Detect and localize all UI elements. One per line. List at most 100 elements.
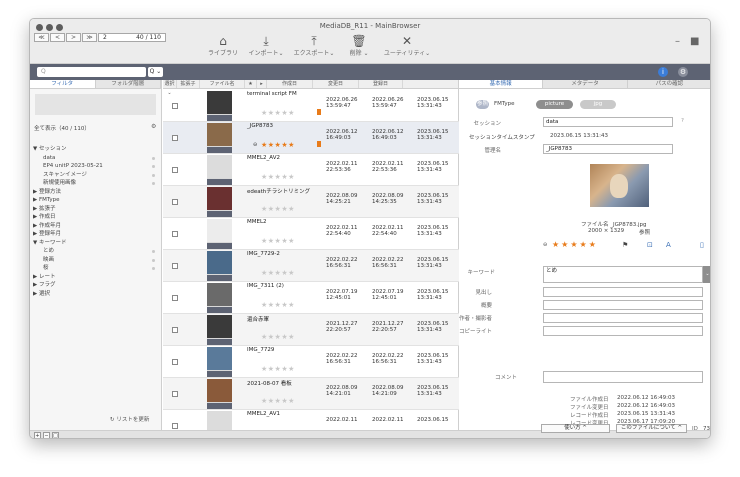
trash-small-icon[interactable]: ▯ [700, 241, 704, 249]
rating-stars[interactable]: ★★★★★ [261, 269, 295, 277]
rating-stars[interactable]: ★★★★★ [261, 205, 295, 213]
tree-item[interactable]: ▶ 拡張子 [33, 205, 159, 214]
tree-item[interactable]: ▶ 作成年月 [33, 222, 159, 231]
tree-item[interactable]: data [33, 154, 159, 163]
row-checkbox[interactable] [172, 391, 178, 397]
heading-field[interactable] [543, 287, 703, 297]
zoom-out-icon[interactable]: − [43, 432, 50, 438]
table-row[interactable]: MMEL2 ★★★★★ 2022.02.11 22:54:40 2022.02.11 … [163, 218, 459, 250]
row-checkbox[interactable] [172, 231, 178, 237]
minimize-icon[interactable]: – [675, 36, 680, 47]
column-header[interactable]: 選択 ⌄ [163, 80, 177, 96]
row-checkbox[interactable] [172, 103, 178, 109]
keyword-dropdown-button[interactable]: ⌄ [703, 266, 710, 283]
tab-basic-info[interactable]: 基本情報 [459, 80, 544, 88]
tree-item[interactable]: 桜 [33, 264, 159, 273]
clear-rating-icon[interactable]: ⊖ [253, 142, 257, 148]
fullscreen-icon[interactable]: ■ [690, 36, 699, 47]
tree-item[interactable]: ▶ 登録年月 [33, 230, 159, 239]
thumbnail[interactable] [207, 347, 232, 377]
row-checkbox[interactable] [172, 423, 178, 429]
search-input[interactable]: Q [37, 67, 146, 77]
zoom-in-icon[interactable]: + [34, 432, 41, 438]
page-number[interactable]: 2 [103, 34, 107, 41]
tree-item[interactable]: ▼ キーワード [33, 239, 159, 248]
row-checkbox[interactable] [172, 359, 178, 365]
adjust-icon[interactable]: A [666, 241, 671, 249]
thumbnail[interactable] [207, 219, 232, 249]
rating-stars[interactable]: ★★★★★ [261, 141, 295, 149]
table-row[interactable]: IMG_7729 ★★★★★ 2022.02.22 16:56:31 2022.02.… [163, 346, 459, 378]
ref-link[interactable]: 参照 [639, 228, 650, 236]
row-checkbox[interactable] [172, 263, 178, 269]
preview-image[interactable] [590, 164, 649, 207]
rating-stars[interactable]: ★★★★★ [261, 237, 295, 245]
flag-icon[interactable]: ⚑ [622, 241, 628, 249]
tree-item[interactable]: ▶ レート [33, 273, 159, 282]
rating-stars[interactable]: ★★★★★ [552, 240, 598, 249]
comment-field[interactable] [543, 371, 703, 383]
thumbnail[interactable] [207, 251, 232, 281]
first-page-button[interactable]: ≪ [34, 33, 49, 42]
tree-item[interactable]: ▶ FMType [33, 196, 159, 205]
tab-folder[interactable]: フォルダ階層 [95, 80, 161, 88]
thumbnail[interactable] [207, 379, 232, 409]
rating-stars[interactable]: ★★★★★ [261, 397, 295, 405]
session-field[interactable]: data [543, 117, 673, 127]
column-header[interactable]: ▸ [257, 80, 267, 88]
thumbnail[interactable] [207, 123, 232, 153]
tree-item[interactable]: EP4 unitP 2023-05-21 [33, 162, 159, 171]
row-checkbox[interactable] [172, 295, 178, 301]
flag-icon[interactable] [317, 109, 321, 115]
column-header[interactable]: ★ [245, 80, 257, 88]
tree-item[interactable]: ▶ フラグ [33, 281, 159, 290]
utility-button[interactable]: ✕ ユーティリティ⌄ [379, 35, 435, 58]
clear-rating-icon[interactable]: ⊖ [543, 242, 547, 248]
help-icon[interactable]: ? [681, 118, 684, 124]
last-page-button[interactable]: ≫ [82, 33, 97, 42]
tree-item[interactable]: ▶ 登録方法 [33, 188, 159, 197]
table-row[interactable]: terminal script FM ★★★★★ 2022.06.26 13:59:… [163, 90, 459, 122]
tree-item[interactable]: ▶ 選択 [33, 290, 159, 299]
rating-stars[interactable]: ★★★★★ [261, 365, 295, 373]
row-checkbox[interactable] [172, 135, 178, 141]
rating-stars[interactable]: ★★★★★ [261, 333, 295, 341]
table-row[interactable]: _JGP8783 ⊖ ★★★★★ 2022.06.12 16:49:03 2022.06… [163, 122, 459, 154]
info-icon[interactable]: i [658, 67, 668, 77]
show-all-link[interactable]: 全て表示（40 / 110） [34, 124, 90, 132]
row-checkbox[interactable] [172, 327, 178, 333]
thumbnail[interactable] [207, 187, 232, 217]
table-row[interactable]: 還合赤軍 ★★★★★ 2021.12.27 22:20:57 2021.12.27 2… [163, 314, 459, 346]
about-file-button[interactable]: このファイルについて ^ [616, 424, 687, 433]
refresh-list-button[interactable]: ↻ リストを更新 [110, 415, 149, 423]
search-options-dropdown[interactable]: Q ⌄ [148, 67, 163, 77]
page-input[interactable]: 2 40 / 110 [98, 33, 166, 42]
table-row[interactable]: MMEL2_AV2 ★★★★★ 2022.02.11 22:53:36 2022.02… [163, 154, 459, 186]
keyword-field[interactable]: とめ [543, 266, 703, 283]
zoom-fit-icon[interactable]: □ [52, 432, 59, 438]
table-row[interactable]: IMG_7311 (2) ★★★★★ 2022.07.19 12:45:01 2022… [163, 282, 459, 314]
table-row[interactable]: edeathチラシトリミング ★★★★★ 2022.08.09 14:25:21 20… [163, 186, 459, 218]
tree-item[interactable]: ▼ セッション [33, 145, 159, 154]
filter-settings-icon[interactable]: ⚙ [151, 123, 156, 130]
tree-item[interactable]: ▶ 作成日 [33, 213, 159, 222]
thumbnail[interactable] [207, 315, 232, 345]
prev-page-button[interactable]: < [50, 33, 65, 42]
tab-metadata[interactable]: メタデータ [543, 80, 628, 88]
thumbnail[interactable] [207, 155, 232, 185]
usage-button[interactable]: 使い方 ^ [541, 424, 610, 433]
tree-item[interactable]: 映画 [33, 256, 159, 265]
rating-stars[interactable]: ★★★★★ [261, 173, 295, 181]
column-header[interactable]: 作成日 [267, 80, 313, 88]
rating-stars[interactable]: ★★★★★ [261, 109, 295, 117]
tree-item[interactable]: スキャンイメージ [33, 171, 159, 180]
summary-field[interactable] [543, 300, 703, 310]
mgmt-name-field[interactable]: _JGP8783 [543, 144, 673, 154]
next-page-button[interactable]: > [66, 33, 81, 42]
tab-filter[interactable]: フィルタ [30, 80, 96, 88]
row-checkbox[interactable] [172, 167, 178, 173]
column-header[interactable]: 変更日 [313, 80, 359, 88]
column-header[interactable]: ファイル名 [200, 80, 245, 88]
thumbnail[interactable] [207, 283, 232, 313]
copyright-field[interactable] [543, 326, 703, 336]
